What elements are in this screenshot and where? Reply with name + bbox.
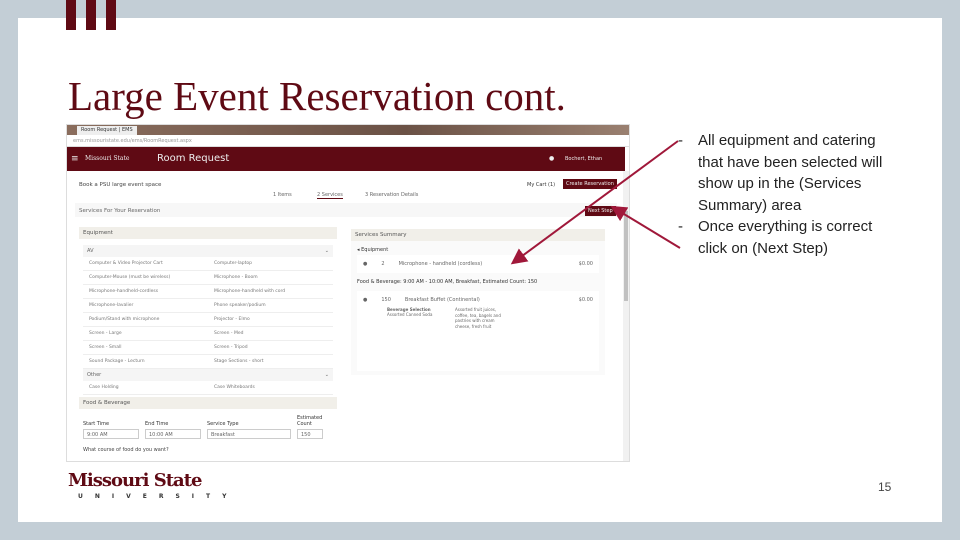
page-number: 15	[878, 480, 892, 494]
annotation-arrows	[510, 140, 681, 265]
missouri-state-logo: Missouri State	[68, 470, 202, 491]
bullet: Once everything is correct click on (Nex…	[678, 216, 888, 259]
bullet: All equipment and catering that have bee…	[678, 130, 888, 216]
arrow-to-summary	[510, 140, 679, 265]
arrow-to-next-step	[610, 205, 681, 249]
logo-subtext: UNIVERSITY	[78, 493, 239, 500]
bullet-list: All equipment and catering that have bee…	[678, 130, 888, 260]
